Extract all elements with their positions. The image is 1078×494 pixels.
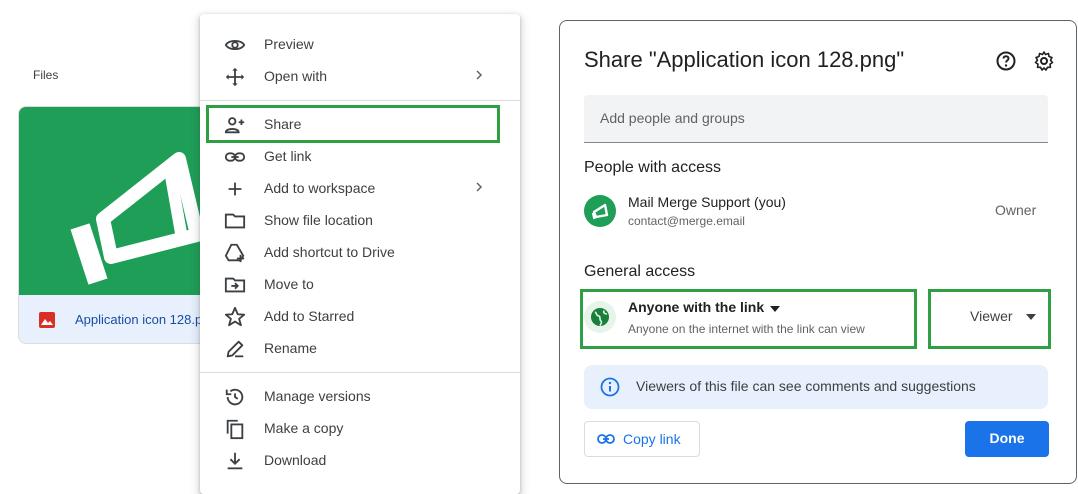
eye-icon xyxy=(224,39,246,51)
help-icon[interactable] xyxy=(994,49,1018,73)
menu-item-label: Make a copy xyxy=(264,420,344,436)
menu-item-add-shortcut[interactable]: Add shortcut to Drive xyxy=(200,236,520,268)
avatar xyxy=(584,195,616,227)
info-text: Viewers of this file can see comments an… xyxy=(636,378,976,394)
menu-item-label: Open with xyxy=(264,68,328,84)
share-dialog: Share "Application icon 128.png" People … xyxy=(559,20,1077,484)
chevron-right-icon xyxy=(476,182,483,192)
context-menu: Preview Open with Share Get link Add to … xyxy=(200,14,520,494)
menu-item-label: Add to Starred xyxy=(264,308,355,324)
add-people-field[interactable] xyxy=(584,95,1048,143)
role-highlight-box xyxy=(928,289,1051,349)
file-thumbnail xyxy=(19,107,219,295)
access-highlight-box xyxy=(580,289,917,349)
pencil-icon xyxy=(226,340,244,358)
done-button[interactable]: Done xyxy=(965,421,1049,457)
file-footer: Application icon 128.p xyxy=(19,295,219,343)
menu-item-label: Get link xyxy=(264,148,312,164)
file-name: Application icon 128.p xyxy=(75,312,203,327)
menu-item-make-a-copy[interactable]: Make a copy xyxy=(200,412,520,444)
people-with-access-heading: People with access xyxy=(584,159,721,176)
megaphone-icon xyxy=(591,203,609,220)
menu-item-get-link[interactable]: Get link xyxy=(200,140,520,172)
link-icon xyxy=(597,434,615,444)
menu-item-label: Show file location xyxy=(264,212,373,228)
menu-item-label: Add to workspace xyxy=(264,180,376,196)
plus-icon xyxy=(228,182,242,196)
menu-item-download[interactable]: Download xyxy=(200,444,520,476)
menu-divider xyxy=(200,372,520,373)
menu-item-open-with[interactable]: Open with xyxy=(200,60,520,92)
menu-item-manage-versions[interactable]: Manage versions xyxy=(200,380,520,412)
owner-role-label: Owner xyxy=(995,202,1037,218)
share-highlight-box xyxy=(206,105,500,143)
megaphone-icon xyxy=(70,152,204,285)
link-icon xyxy=(224,152,246,162)
menu-item-move-to[interactable]: Move to xyxy=(200,268,520,300)
menu-divider xyxy=(200,100,520,101)
menu-item-rename[interactable]: Rename xyxy=(200,332,520,364)
menu-item-label: Preview xyxy=(264,36,314,52)
star-icon xyxy=(224,306,246,327)
gear-icon[interactable] xyxy=(1032,49,1056,73)
chevron-right-icon xyxy=(476,70,483,80)
file-card[interactable]: Application icon 128.p xyxy=(18,106,220,344)
done-label: Done xyxy=(989,430,1025,446)
menu-item-label: Rename xyxy=(264,340,317,356)
history-icon xyxy=(225,388,244,406)
general-access-heading: General access xyxy=(584,263,696,280)
person-email: contact@merge.email xyxy=(628,214,745,228)
copy-icon xyxy=(226,419,244,440)
image-file-icon xyxy=(39,312,55,328)
menu-item-show-file-location[interactable]: Show file location xyxy=(200,204,520,236)
copy-link-button[interactable]: Copy link xyxy=(584,421,700,457)
drive-shortcut-icon xyxy=(224,243,245,263)
menu-item-add-to-starred[interactable]: Add to Starred xyxy=(200,300,520,332)
copy-link-label: Copy link xyxy=(623,431,681,447)
download-icon xyxy=(227,452,243,470)
menu-item-label: Download xyxy=(264,452,327,468)
move-to-folder-icon xyxy=(224,277,246,293)
menu-item-label: Add shortcut to Drive xyxy=(264,244,395,260)
add-people-input[interactable] xyxy=(584,95,1048,141)
info-banner: Viewers of this file can see comments an… xyxy=(584,365,1048,409)
menu-item-label: Manage versions xyxy=(264,388,371,404)
menu-item-label: Move to xyxy=(264,276,314,292)
folder-icon xyxy=(224,213,246,229)
menu-item-preview[interactable]: Preview xyxy=(200,28,520,60)
dialog-title: Share "Application icon 128.png" xyxy=(584,47,905,72)
files-heading: Files xyxy=(33,68,59,82)
menu-item-add-to-workspace[interactable]: Add to workspace xyxy=(200,172,520,204)
move-arrows-icon xyxy=(225,67,245,87)
info-icon xyxy=(600,377,620,397)
person-name: Mail Merge Support (you) xyxy=(628,194,786,210)
